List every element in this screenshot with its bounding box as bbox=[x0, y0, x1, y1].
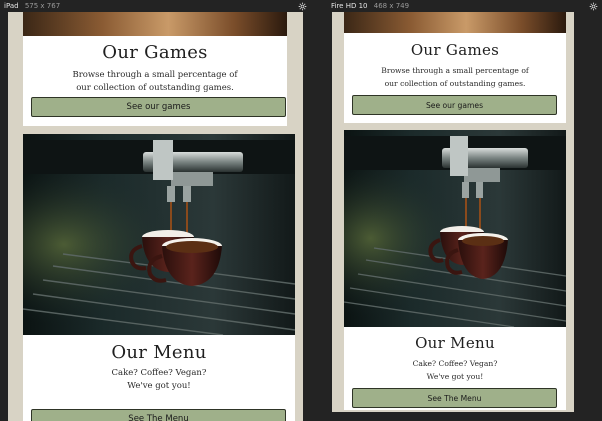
menu-description-line2: We've got you! bbox=[127, 381, 191, 391]
banner-image-strip bbox=[344, 12, 566, 33]
device-toolbar: iPad 575 x 767 bbox=[0, 0, 311, 12]
gear-icon[interactable] bbox=[588, 0, 598, 12]
coffee-machine-photo bbox=[344, 130, 566, 327]
device-pane-ipad: iPad 575 x 767 Our Games Browse through … bbox=[0, 0, 311, 421]
device-size: 575 x 767 bbox=[24, 2, 61, 10]
menu-title: Our Menu bbox=[415, 334, 495, 352]
menu-title: Our Menu bbox=[111, 342, 207, 363]
games-title: Our Games bbox=[410, 41, 500, 59]
games-card: Our Games Browse through a small percent… bbox=[344, 12, 566, 123]
see-games-button[interactable]: See our games bbox=[352, 95, 557, 115]
menu-card: Our Menu Cake? Coffee? Vegan? We've got … bbox=[23, 134, 295, 421]
games-description-line1: Browse through a small percentage of bbox=[381, 66, 529, 75]
device-viewport[interactable]: Our Games Browse through a small percent… bbox=[332, 12, 574, 412]
gear-icon[interactable] bbox=[297, 0, 307, 12]
device-pane-fire-hd-10: Fire HD 10 468 x 749 Our Games Browse th… bbox=[327, 0, 602, 421]
see-menu-button[interactable]: See The Menu bbox=[352, 388, 557, 408]
games-description-line2: our collection of outstanding games. bbox=[76, 83, 234, 93]
menu-description-line2: We've got you! bbox=[426, 372, 484, 381]
banner-image-strip bbox=[23, 12, 287, 36]
menu-description-line1: Cake? Coffee? Vegan? bbox=[412, 359, 498, 368]
device-toolbar: Fire HD 10 468 x 749 bbox=[327, 0, 602, 12]
menu-card: Our Menu Cake? Coffee? Vegan? We've got … bbox=[344, 130, 566, 410]
device-viewport[interactable]: Our Games Browse through a small percent… bbox=[8, 12, 303, 421]
games-description-line1: Browse through a small percentage of bbox=[72, 70, 238, 80]
device-size: 468 x 749 bbox=[373, 2, 410, 10]
games-description-line2: our collection of outstanding games. bbox=[384, 79, 526, 88]
games-title: Our Games bbox=[102, 42, 208, 63]
device-name: Fire HD 10 bbox=[331, 2, 368, 10]
games-card: Our Games Browse through a small percent… bbox=[23, 12, 287, 126]
menu-description-line1: Cake? Coffee? Vegan? bbox=[111, 368, 207, 378]
coffee-machine-photo bbox=[23, 134, 295, 335]
device-name: iPad bbox=[4, 2, 19, 10]
see-menu-button[interactable]: See The Menu bbox=[31, 409, 286, 421]
see-games-button[interactable]: See our games bbox=[31, 97, 286, 117]
